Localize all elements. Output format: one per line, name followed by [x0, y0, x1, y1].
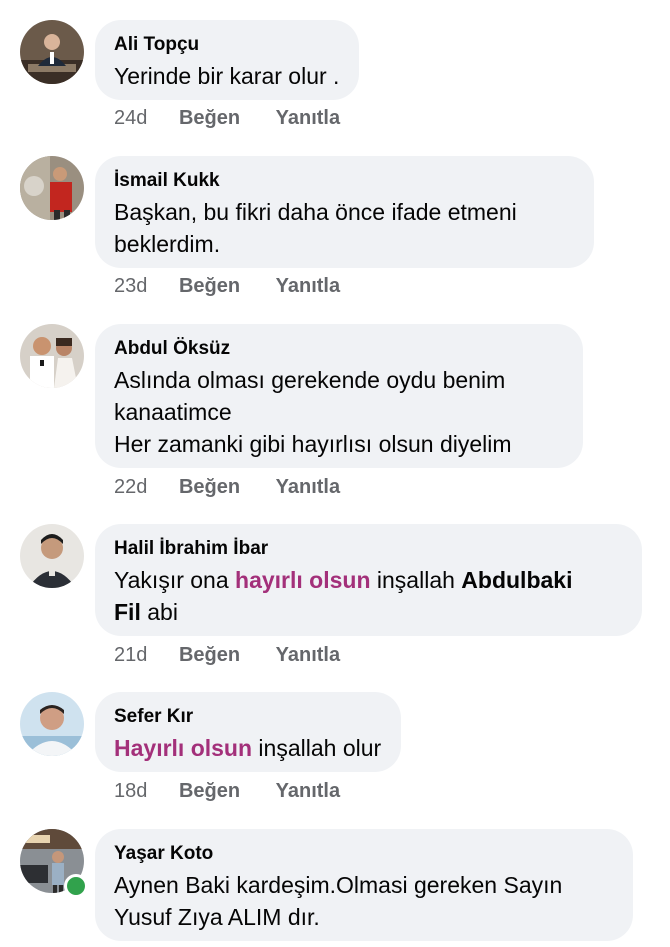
comment-actions: 24d Beğen Yanıtla: [114, 106, 340, 130]
comment-text-segment: Yakışır ona: [114, 567, 236, 593]
comment-text-segment: abi: [140, 599, 178, 625]
profile-photo-icon: [20, 524, 84, 588]
comment-author[interactable]: Yaşar Koto: [114, 842, 613, 866]
comment-text-line: Fil abi: [114, 596, 622, 628]
mentioned-name[interactable]: Fil: [114, 599, 141, 625]
comment-bubble: Ali Topçu Yerinde bir karar olur .: [95, 20, 360, 100]
comment-time[interactable]: 21d: [114, 643, 147, 667]
comment-text-line: beklerdim.: [114, 231, 221, 257]
comment-actions: 23d Beğen Yanıtla: [114, 274, 340, 298]
comment-author[interactable]: Halil İbrahim İbar: [114, 537, 622, 561]
reply-button[interactable]: Yanıtla: [276, 475, 340, 499]
avatar[interactable]: [20, 156, 84, 220]
comment-actions: 22d Beğen Yanıtla: [114, 475, 340, 499]
mentioned-name[interactable]: Abdulbaki: [461, 567, 572, 593]
comment-bubble: Sefer Kır Hayırlı olsun inşallah olur: [95, 692, 402, 772]
comment-text: Aslında olması gerekende oydu benim kana…: [114, 364, 563, 460]
comment-author[interactable]: Ali Topçu: [114, 33, 339, 57]
comment-text-line: Yakışır ona hayırlı olsun inşallah Abdul…: [114, 564, 622, 596]
comment-text: Yakışır ona hayırlı olsun inşallah Abdul…: [114, 564, 622, 628]
comment-text-line: Aslında olması gerekende oydu benim: [114, 367, 506, 393]
avatar[interactable]: [20, 692, 84, 756]
avatar[interactable]: [20, 20, 84, 84]
comment-time[interactable]: 18d: [114, 779, 147, 803]
like-button[interactable]: Beğen: [179, 779, 240, 803]
reply-button[interactable]: Yanıtla: [276, 779, 340, 803]
highlighted-phrase[interactable]: Hayırlı olsun: [114, 735, 252, 761]
comment-bubble: İsmail Kukk Başkan, bu fikri daha önce i…: [95, 156, 594, 268]
like-button[interactable]: Beğen: [179, 106, 240, 130]
comment-author[interactable]: İsmail Kukk: [114, 169, 574, 193]
comment-time[interactable]: 22d: [114, 475, 147, 499]
avatar[interactable]: [20, 324, 84, 388]
comment-bubble: Halil İbrahim İbar Yakışır ona hayırlı o…: [95, 524, 642, 636]
comment-time[interactable]: 23d: [114, 274, 147, 298]
profile-photo-icon: [20, 324, 84, 388]
comment-time[interactable]: 24d: [114, 106, 147, 130]
like-button[interactable]: Beğen: [179, 274, 240, 298]
comment-text: Aynen Baki kardeşim.Olmasi gereken Sayın…: [114, 869, 613, 933]
like-button[interactable]: Beğen: [179, 475, 240, 499]
reply-button[interactable]: Yanıtla: [276, 106, 340, 130]
avatar[interactable]: [20, 524, 84, 588]
like-button[interactable]: Beğen: [179, 643, 240, 667]
profile-photo-icon: [20, 20, 84, 84]
comment-text: Yerinde bir karar olur .: [114, 63, 340, 89]
comment-text-segment: inşallah olur: [252, 735, 382, 761]
comment-text: Başkan, bu fikri daha önce ifade etmeni …: [114, 196, 574, 260]
highlighted-phrase[interactable]: hayırlı olsun: [235, 567, 370, 593]
comment-text-line: Başkan, bu fikri daha önce ifade etmeni: [114, 199, 517, 225]
reply-button[interactable]: Yanıtla: [276, 274, 340, 298]
comment-text-line: Aynen Baki kardeşim.Olmasi gereken Sayın: [114, 872, 563, 898]
comment-bubble: Abdul Öksüz Aslında olması gerekende oyd…: [95, 324, 583, 468]
comment-bubble: Yaşar Koto Aynen Baki kardeşim.Olmasi ge…: [95, 829, 633, 941]
online-status-dot-icon: [64, 874, 88, 898]
comment-actions: 21d Beğen Yanıtla: [114, 643, 340, 667]
comment-text-line: kanaatimce: [114, 399, 232, 425]
comment-text-segment: inşallah: [370, 567, 462, 593]
comment-text: Hayırlı olsun inşallah olur: [114, 732, 381, 764]
reply-button[interactable]: Yanıtla: [276, 643, 340, 667]
comment-text-line: Her zamanki gibi hayırlısı olsun diyelim: [114, 431, 512, 457]
comment-author[interactable]: Abdul Öksüz: [114, 337, 563, 361]
comment-actions: 18d Beğen Yanıtla: [114, 779, 340, 803]
profile-photo-icon: [20, 692, 84, 756]
comment-text-line: Yusuf Zıya ALIM dır.: [114, 904, 320, 930]
comment-author[interactable]: Sefer Kır: [114, 705, 381, 729]
profile-photo-icon: [20, 156, 84, 220]
